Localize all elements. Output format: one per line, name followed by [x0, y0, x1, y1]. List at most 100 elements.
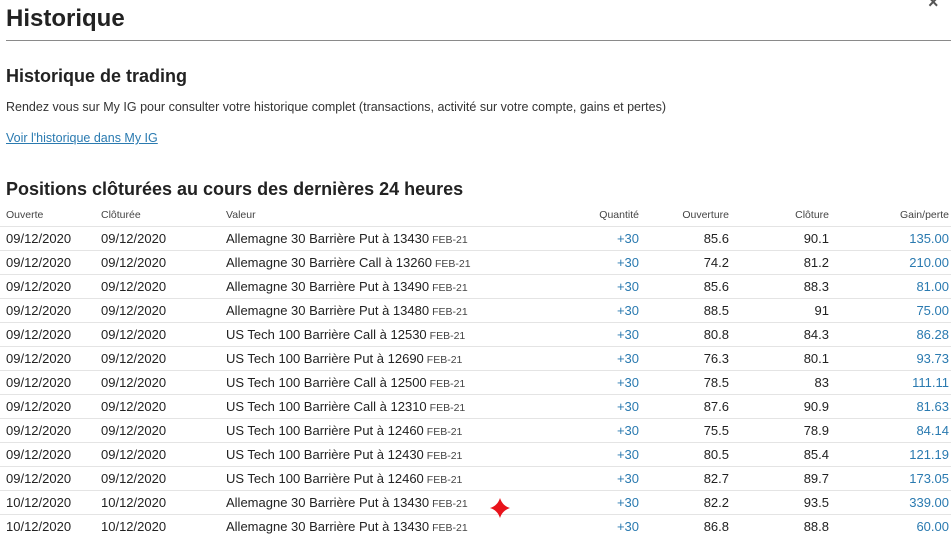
cell-quantity: +30: [571, 418, 639, 443]
cell-open-price: 82.7: [639, 466, 729, 491]
table-header-row: Ouverte Clôturée Valeur Quantité Ouvertu…: [0, 204, 951, 227]
expiry-label: FEB-21: [432, 282, 468, 294]
cell-open-price: 86.8: [639, 514, 729, 538]
cell-opened: 10/12/2020: [0, 490, 101, 515]
column-header-value[interactable]: Valeur: [226, 204, 571, 227]
cell-quantity: +30: [571, 250, 639, 275]
cell-quantity: +30: [571, 370, 639, 395]
expiry-label: FEB-21: [426, 426, 463, 438]
market-name[interactable]: Allemagne 30 Barrière Put à 13430: [226, 495, 429, 510]
cell-open-price: 87.6: [639, 394, 729, 419]
market-name[interactable]: US Tech 100 Barrière Put à 12690: [226, 351, 424, 366]
table-row[interactable]: 09/12/2020 09/12/2020 US Tech 100 Barrière…: [0, 322, 951, 347]
expiry-label: FEB-21: [432, 522, 468, 534]
cell-close-price: 88.8: [729, 514, 829, 538]
cell-opened: 09/12/2020: [0, 322, 101, 347]
column-header-close-price[interactable]: Clôture: [729, 204, 829, 227]
cell-value: US Tech 100 Barrière Call à 12530 FEB-21: [226, 322, 571, 347]
cell-pl: 111.11: [829, 370, 951, 395]
table-row[interactable]: 09/12/2020 09/12/2020 Allemagne 30 Barrièr…: [0, 298, 951, 323]
cell-close-price: 84.3: [729, 322, 829, 347]
cell-close-price: 91: [729, 298, 829, 323]
cell-pl: 81.00: [829, 274, 951, 299]
column-header-opened[interactable]: Ouverte: [0, 204, 101, 227]
table-row[interactable]: 09/12/2020 09/12/2020 US Tech 100 Barrière…: [0, 442, 951, 467]
market-name[interactable]: US Tech 100 Barrière Call à 12500: [226, 375, 427, 390]
view-history-link[interactable]: Voir l'historique dans My IG: [6, 130, 158, 146]
cell-pl: 75.00: [829, 298, 951, 323]
market-name[interactable]: Allemagne 30 Barrière Put à 13480: [226, 303, 429, 318]
market-name[interactable]: US Tech 100 Barrière Call à 12310: [226, 399, 427, 414]
cell-close-price: 90.1: [729, 226, 829, 251]
table-row[interactable]: 10/12/2020 10/12/2020 Allemagne 30 Barrièr…: [0, 490, 951, 515]
table-row[interactable]: 09/12/2020 09/12/2020 US Tech 100 Barrière…: [0, 418, 951, 443]
expiry-label: FEB-21: [426, 474, 463, 486]
table-row[interactable]: 09/12/2020 09/12/2020 US Tech 100 Barrière…: [0, 466, 951, 491]
market-name[interactable]: US Tech 100 Barrière Put à 12460: [226, 471, 424, 486]
cell-opened: 09/12/2020: [0, 442, 101, 467]
cell-quantity: +30: [571, 226, 639, 251]
cell-closed: 09/12/2020: [101, 226, 226, 251]
cell-close-price: 80.1: [729, 346, 829, 371]
dialog-header: Historique ×: [0, 0, 951, 42]
cell-pl: 84.14: [829, 418, 951, 443]
cell-opened: 09/12/2020: [0, 370, 101, 395]
cell-close-price: 78.9: [729, 418, 829, 443]
column-header-quantity[interactable]: Quantité: [571, 204, 639, 227]
cell-value: Allemagne 30 Barrière Put à 13490 FEB-21: [226, 274, 571, 299]
table-row[interactable]: 09/12/2020 09/12/2020 US Tech 100 Barrière…: [0, 394, 951, 419]
cell-close-price: 83: [729, 370, 829, 395]
expiry-label: FEB-21: [426, 450, 463, 462]
market-name[interactable]: Allemagne 30 Barrière Put à 13490: [226, 279, 429, 294]
cell-open-price: 80.5: [639, 442, 729, 467]
cell-quantity: +30: [571, 442, 639, 467]
cell-opened: 09/12/2020: [0, 298, 101, 323]
cell-pl: 93.73: [829, 346, 951, 371]
market-name[interactable]: Allemagne 30 Barrière Call à 13260: [226, 255, 432, 270]
cell-value: US Tech 100 Barrière Call à 12500 FEB-21: [226, 370, 571, 395]
column-header-pl[interactable]: Gain/perte: [829, 204, 951, 227]
cell-opened: 10/12/2020: [0, 514, 101, 538]
table-row[interactable]: 09/12/2020 09/12/2020 Allemagne 30 Barrièr…: [0, 250, 951, 275]
cell-value: US Tech 100 Barrière Put à 12430 FEB-21: [226, 442, 571, 467]
cell-pl: 81.63: [829, 394, 951, 419]
column-header-closed[interactable]: Clôturée: [101, 204, 226, 227]
cell-open-price: 78.5: [639, 370, 729, 395]
cell-close-price: 93.5: [729, 490, 829, 515]
expiry-label: FEB-21: [432, 498, 468, 510]
market-name[interactable]: US Tech 100 Barrière Put à 12460: [226, 423, 424, 438]
dialog-title: Historique: [6, 5, 125, 32]
cell-quantity: +30: [571, 274, 639, 299]
cell-value: US Tech 100 Barrière Put à 12690 FEB-21: [226, 346, 571, 371]
market-name[interactable]: Allemagne 30 Barrière Put à 13430: [226, 231, 429, 246]
cell-open-price: 80.8: [639, 322, 729, 347]
table-row[interactable]: 09/12/2020 09/12/2020 US Tech 100 Barrière…: [0, 346, 951, 371]
cell-closed: 09/12/2020: [101, 274, 226, 299]
expiry-label: FEB-21: [429, 402, 466, 414]
column-header-open-price[interactable]: Ouverture: [639, 204, 729, 227]
cell-close-price: 88.3: [729, 274, 829, 299]
cell-open-price: 85.6: [639, 226, 729, 251]
cell-closed: 09/12/2020: [101, 418, 226, 443]
cell-closed: 09/12/2020: [101, 298, 226, 323]
cell-value: Allemagne 30 Barrière Put à 13430 FEB-21: [226, 226, 571, 251]
market-name[interactable]: US Tech 100 Barrière Put à 12430: [226, 447, 424, 462]
cell-quantity: +30: [571, 490, 639, 515]
cell-opened: 09/12/2020: [0, 418, 101, 443]
expiry-label: FEB-21: [434, 258, 471, 270]
market-name[interactable]: Allemagne 30 Barrière Put à 13430: [226, 519, 429, 534]
cell-opened: 09/12/2020: [0, 250, 101, 275]
table-row[interactable]: 09/12/2020 09/12/2020 Allemagne 30 Barrièr…: [0, 274, 951, 299]
close-icon[interactable]: ×: [928, 0, 939, 12]
cell-value: Allemagne 30 Barrière Call à 13260 FEB-21: [226, 250, 571, 275]
table-row[interactable]: 10/12/2020 10/12/2020 Allemagne 30 Barrièr…: [0, 514, 951, 538]
market-name[interactable]: US Tech 100 Barrière Call à 12530: [226, 327, 427, 342]
cell-pl: 135.00: [829, 226, 951, 251]
cell-close-price: 90.9: [729, 394, 829, 419]
cell-closed: 10/12/2020: [101, 514, 226, 538]
table-row[interactable]: 09/12/2020 09/12/2020 US Tech 100 Barrière…: [0, 370, 951, 395]
cell-closed: 09/12/2020: [101, 442, 226, 467]
expiry-label: FEB-21: [432, 234, 468, 246]
table-row[interactable]: 09/12/2020 09/12/2020 Allemagne 30 Barrièr…: [0, 226, 951, 251]
cell-closed: 10/12/2020: [101, 490, 226, 515]
